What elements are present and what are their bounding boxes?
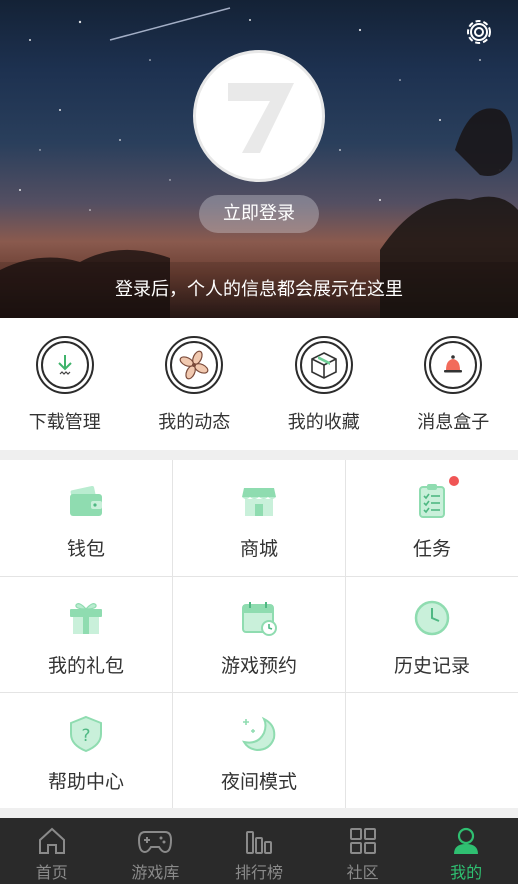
- quick-item-label: 我的收藏: [287, 412, 360, 433]
- grid-item-label: 商城: [239, 538, 278, 560]
- quick-item-label: 消息盒子: [417, 412, 490, 433]
- svg-text:?: ?: [81, 726, 90, 746]
- tab-mine[interactable]: 我的: [414, 818, 518, 884]
- community-icon: [349, 828, 376, 854]
- grid-item-label: 帮助中心: [47, 771, 124, 793]
- grid-item-label: 钱包: [66, 538, 105, 560]
- tab-label: 排行榜: [234, 863, 283, 882]
- bottom-tab-bar: 首页 游戏库 排行榜 社区 我的: [0, 818, 518, 884]
- moon-icon: [240, 715, 278, 753]
- profile-header: 立即登录 登录后，个人的信息都会展示在这里: [0, 0, 518, 318]
- feature-grid: 钱包 商城 任务 我的礼包 游戏预约 历史记录 ? 帮助中心 夜间模式: [0, 460, 518, 808]
- tab-label: 我的: [450, 863, 483, 882]
- grid-item-label: 游戏预约: [220, 655, 297, 677]
- wallet-icon: [67, 482, 105, 520]
- gift-icon: [67, 599, 105, 637]
- quick-item-label: 我的动态: [158, 412, 231, 433]
- calendar-icon: [240, 599, 278, 637]
- grid-item-gifts[interactable]: 我的礼包: [0, 577, 172, 693]
- quick-item-download[interactable]: 下载管理: [0, 318, 130, 450]
- grid-item-help[interactable]: ? 帮助中心: [0, 693, 172, 809]
- avatar[interactable]: [193, 50, 325, 182]
- gamepad-icon: [138, 831, 173, 854]
- download-icon: [35, 336, 94, 394]
- tab-label: 游戏库: [131, 863, 180, 882]
- login-tip-text: 登录后，个人的信息都会展示在这里: [0, 262, 518, 318]
- help-shield-icon: ?: [67, 715, 105, 753]
- tab-game-library[interactable]: 游戏库: [104, 818, 208, 884]
- tab-community[interactable]: 社区: [311, 818, 415, 884]
- clock-icon: [413, 599, 451, 637]
- quick-item-label: 下载管理: [28, 412, 101, 433]
- quick-item-favorites[interactable]: 我的收藏: [259, 318, 389, 450]
- grid-item-tasks[interactable]: 任务: [346, 460, 518, 576]
- grid-item-night-mode[interactable]: 夜间模式: [173, 693, 345, 809]
- home-icon: [38, 827, 65, 854]
- tab-label: 首页: [35, 863, 68, 882]
- grid-item-label: 历史记录: [393, 655, 470, 677]
- grid-item-store[interactable]: 商城: [173, 460, 345, 576]
- bell-icon: [424, 336, 483, 394]
- tab-home[interactable]: 首页: [0, 818, 104, 884]
- quick-actions-bar: 下载管理 我的动态 我的收藏 消息盒子: [0, 318, 518, 450]
- notification-badge: [449, 476, 459, 486]
- quick-item-activity[interactable]: 我的动态: [130, 318, 260, 450]
- box-icon: [294, 336, 353, 394]
- grid-item-wallet[interactable]: 钱包: [0, 460, 172, 576]
- gear-icon: [467, 20, 491, 44]
- task-clipboard-icon: [413, 476, 459, 520]
- ranking-icon: [245, 831, 272, 854]
- grid-item-reservation[interactable]: 游戏预约: [173, 577, 345, 693]
- quick-item-messages[interactable]: 消息盒子: [389, 318, 518, 450]
- pinwheel-icon: [165, 336, 224, 394]
- grid-item-label: 夜间模式: [220, 771, 297, 793]
- login-button[interactable]: 立即登录: [199, 195, 319, 233]
- settings-gear-button[interactable]: [462, 15, 496, 49]
- grid-item-history[interactable]: 历史记录: [346, 577, 518, 693]
- store-icon: [240, 482, 278, 520]
- grid-item-label: 我的礼包: [47, 655, 124, 677]
- grid-item-label: 任务: [412, 538, 451, 560]
- profile-icon: [454, 827, 479, 854]
- tab-label: 社区: [346, 863, 379, 882]
- logo-7-icon: [228, 83, 294, 153]
- tab-ranking[interactable]: 排行榜: [207, 818, 311, 884]
